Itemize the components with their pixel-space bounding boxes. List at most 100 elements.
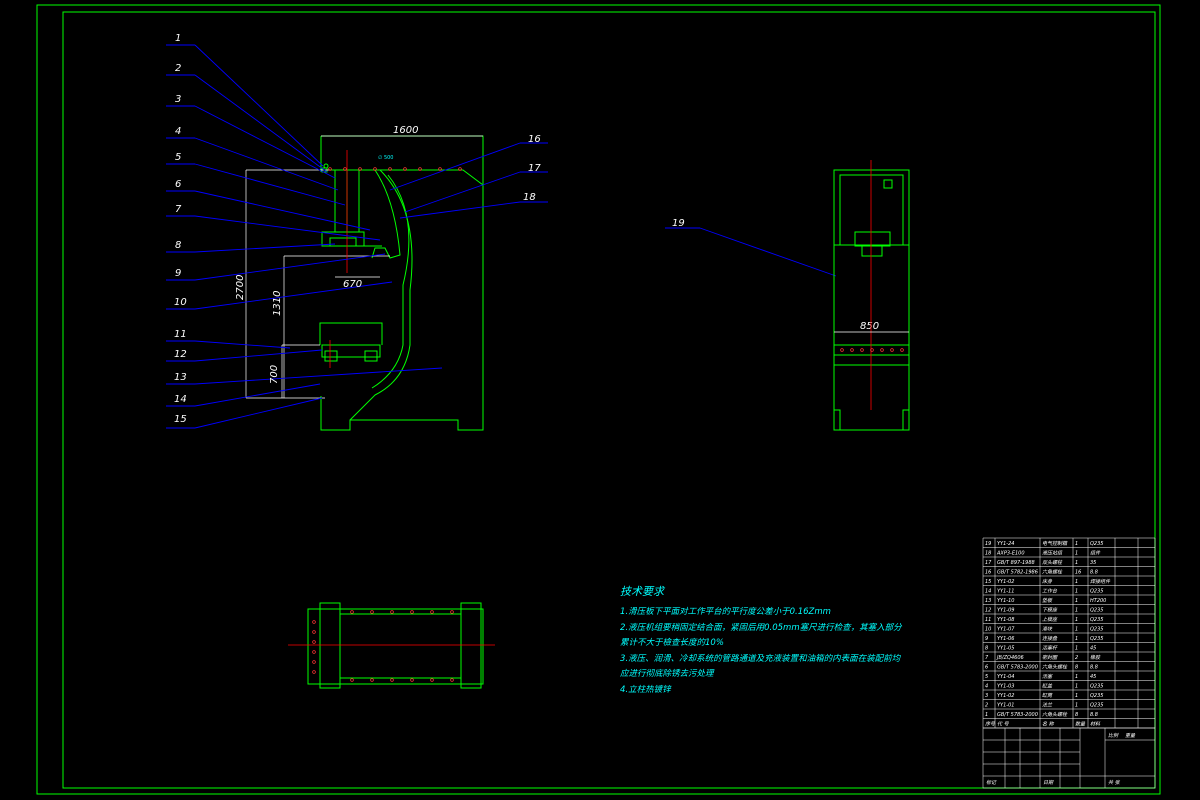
bom-row-no: 19 [985,541,991,547]
bom-row-mat: Q235 [1090,684,1103,690]
bom-row-mat: 8.8 [1090,665,1098,671]
bom-header-no: 序号 [985,721,996,728]
bom-row-qty: 1 [1075,541,1078,547]
outer-frame [36,4,1161,795]
bom-row-name: 滑块 [1042,626,1053,633]
balloon-3: 3 [175,94,181,105]
bolt-hole [410,678,414,682]
tech-line-5: 应进行彻底除锈去污处理 [620,668,715,679]
bolt-hole [370,678,374,682]
bom-row-no: 8 [985,646,988,652]
bom-row-no: 7 [985,655,989,661]
tb-weight: 重量 [1125,732,1136,739]
tb-mark: 标记 [986,779,997,786]
tb-date: 日期 [1043,779,1054,786]
bom-row-qty: 2 [1075,655,1078,661]
bolt-hole [390,610,394,614]
bom-row-name: 六角螺栓 [1042,569,1063,576]
bom-row-mat: Q235 [1090,627,1103,633]
bom-row-mat: Q235 [1090,693,1103,699]
tb-sheet: 共 张 [1108,779,1121,786]
bolt-hole [430,678,434,682]
bom-row-no: 3 [985,693,988,699]
bom-row-code: YY1-02 [997,579,1014,585]
bom-row-code: YY1-10 [997,598,1014,604]
bom-row-mat: 45 [1090,674,1096,680]
bom-row-no: 13 [985,598,991,604]
bom-row-mat: 焊接组件 [1090,578,1111,585]
bolt-hole [880,348,884,352]
bom-row-no: 10 [985,627,991,633]
bolt-hole [312,640,316,644]
bom-row-code: YY1-03 [997,684,1014,690]
bom-row-name: 缸筒 [1042,692,1053,699]
tech-line-6: 4.立柱热镀锌 [620,684,672,695]
bom-row-qty: 1 [1075,674,1078,680]
bom-row-code: GB/T 5783-2000 [997,712,1038,718]
tech-line-2: 2.液压机组要稍固定结合面，紧固后用0.05mm塞尺进行检查，其塞入部分 [620,622,903,633]
bom-row-name: 工作台 [1042,588,1058,595]
bom-row-qty: 1 [1075,598,1078,604]
dim-overall-width: 1600 [393,125,418,136]
bom-row-qty: 1 [1075,703,1078,709]
bolt-hole [900,348,904,352]
balloon-7: 7 [175,204,182,215]
bom-row-code: GB/T 897-1988 [997,560,1035,566]
bom-row-qty: 1 [1075,646,1078,652]
bolt-hole [312,670,316,674]
bom-row-code: GB/T 5782-1986 [997,570,1038,576]
bom-row-mat: 8.8 [1090,712,1098,718]
bom-row-name: 下模座 [1042,607,1058,614]
bom-row-mat: 8.8 [1090,570,1098,576]
bom-row-qty: 16 [1075,570,1081,576]
bom-row-mat: Q235 [1090,636,1103,642]
balloon-5: 5 [175,152,181,163]
dim-overall-height: 2700 [235,275,246,300]
bom-row-no: 15 [985,579,991,585]
bom-row-code: YY1-05 [997,646,1014,652]
bom-header-qty: 数量 [1075,721,1086,728]
bolt-hole [890,348,894,352]
balloon-1: 1 [175,33,181,44]
bom-row-qty: 1 [1075,589,1078,595]
balloon-12: 12 [174,349,187,360]
bom-row-code: YY1-01 [997,703,1014,709]
dim-side-width: 850 [860,321,879,332]
bom-row-mat: Q235 [1090,617,1103,623]
dim-throat: 670 [343,279,362,290]
bolt-hole [312,620,316,624]
bom-row-code: AXP3-E100 [996,551,1025,557]
bom-row-no: 11 [985,617,991,623]
balloon-15: 15 [174,414,187,425]
bom-row-qty: 1 [1075,551,1078,557]
bom-row-code: YY1-11 [997,589,1014,595]
bom-table: 19 YY1-24 电气控制箱 1 Q23518 AXP3-E100 液压站组 1 组件17 GB… [982,537,1156,729]
bom-row-mat: 组件 [1090,550,1101,557]
balloon-2: 2 [175,63,181,74]
bom-row-code: YY1-24 [997,541,1014,547]
bom-row-name: 液压站组 [1042,550,1063,557]
bom-row-no: 2 [985,703,988,709]
bolt-hole [312,630,316,634]
bom-row-qty: 1 [1075,579,1078,585]
bolt-hole [350,610,354,614]
bom-row-mat: Q235 [1090,589,1103,595]
bom-row-code: YY1-07 [997,627,1015,633]
bom-row-mat: 橡胶 [1090,654,1101,661]
bolt-hole [850,348,854,352]
bom-row-name: 活塞杆 [1042,645,1058,652]
balloon-leaders [166,44,837,429]
balloon-4: 4 [175,126,181,137]
bom-row-no: 14 [985,589,991,595]
bom-header-name: 名 称 [1042,721,1055,728]
bom-row-no: 12 [985,608,991,614]
bom-row-mat: Q235 [1090,703,1103,709]
cad-drawing: ∅ 500 1 2 3 4 5 6 7 8 9 10 11 12 13 14 1… [36,4,1161,795]
bom-row-mat: 35 [1090,560,1096,566]
bom-row-name: 上模座 [1042,616,1058,623]
bolt-hole [410,610,414,614]
bom-row-code: YY1-06 [997,636,1014,642]
bom-row-name: 法兰 [1042,702,1053,709]
bom-row-name: 双头螺柱 [1042,559,1063,566]
bom-row-qty: 1 [1075,617,1078,623]
